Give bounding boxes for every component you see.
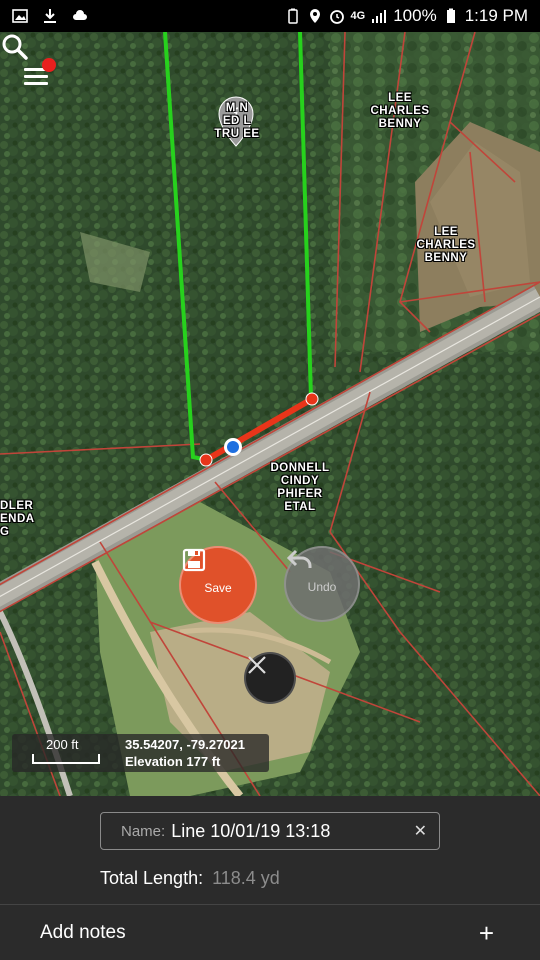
- undo-icon: [286, 549, 312, 568]
- plus-icon[interactable]: +: [479, 918, 494, 949]
- save-button-label: Save: [204, 580, 232, 595]
- parcel-label: M N ED L TRU EE: [214, 102, 260, 140]
- save-button[interactable]: Save: [179, 546, 257, 624]
- parcel-label: LEE CHARLES BENNY: [416, 226, 476, 264]
- parcel-label: LEE CHARLES BENNY: [370, 92, 430, 130]
- download-icon: [44, 9, 56, 23]
- parcel-label: DLER ENDA G: [0, 500, 35, 538]
- undo-button[interactable]: Undo: [284, 546, 360, 622]
- coordinates: 35.54207, -79.27021: [125, 737, 245, 752]
- elevation: Elevation 177 ft: [125, 754, 221, 769]
- battery-percent: 100%: [393, 6, 437, 25]
- scale-bar: [32, 754, 100, 764]
- line-details-panel: Name: Line 10/01/19 13:18 ✕ Total Length…: [0, 796, 540, 960]
- name-value[interactable]: Line 10/01/19 13:18: [171, 821, 330, 842]
- search-icon[interactable]: [0, 32, 30, 62]
- name-field[interactable]: Name: Line 10/01/19 13:18 ✕: [100, 812, 440, 850]
- status-bar: 4G 100% 1:19 PM: [0, 0, 540, 32]
- line-start-point[interactable]: [199, 453, 213, 467]
- line-end-point[interactable]: [305, 392, 319, 406]
- parcel-label: DONNELL CINDY PHIFER ETAL: [270, 462, 330, 513]
- clock: 1:19 PM: [464, 6, 528, 25]
- scale-distance: 200 ft: [46, 737, 79, 752]
- map-view[interactable]: i M N ED L TRU EE LEE CHARLES BENNY LEE …: [0, 32, 540, 796]
- total-length-value: 118.4 yd: [212, 868, 280, 888]
- floppy-disk-icon: [182, 548, 206, 572]
- close-button[interactable]: [244, 652, 296, 704]
- battery-saver-icon: [287, 8, 298, 24]
- close-icon: [248, 656, 266, 674]
- notification-dot: [42, 58, 56, 72]
- total-length-row: Total Length: 118.4 yd: [100, 868, 280, 889]
- undo-button-label: Undo: [307, 580, 337, 594]
- divider: [0, 904, 540, 905]
- network-type: 4G: [350, 10, 366, 22]
- signal-icon: [372, 10, 387, 23]
- location-icon: [309, 9, 320, 23]
- clear-name-icon[interactable]: ✕: [414, 821, 427, 841]
- battery-icon: [446, 8, 455, 23]
- name-label: Name:: [121, 822, 166, 840]
- scale-coordinates-box: 200 ft 35.54207, -79.27021 Elevation 177…: [12, 734, 269, 772]
- alarm-icon: [329, 10, 344, 24]
- image-icon: [12, 9, 28, 23]
- total-length-label: Total Length:: [100, 868, 204, 888]
- add-notes-row[interactable]: Add notes +: [0, 906, 540, 960]
- cloud-sync-icon: [73, 10, 87, 20]
- add-notes-label: Add notes: [40, 922, 126, 943]
